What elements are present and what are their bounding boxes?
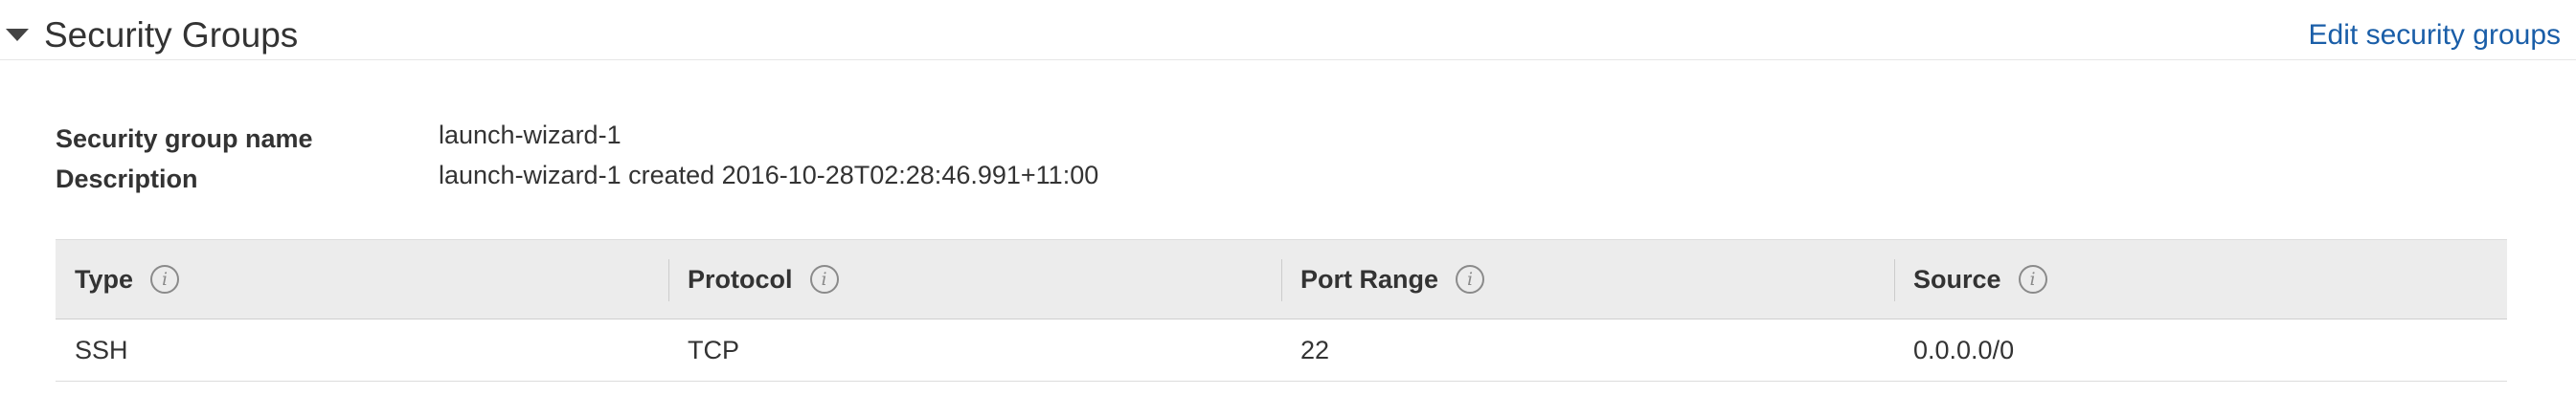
column-header-protocol[interactable]: Protocol i <box>668 240 1281 319</box>
detail-row-description: Description launch-wizard-1 created 2016… <box>56 161 2507 201</box>
security-groups-panel: Security Groups Edit security groups Sec… <box>0 0 2576 396</box>
column-header-source[interactable]: Source i <box>1894 240 2507 319</box>
column-header-label: Protocol <box>688 264 793 294</box>
cell-port-range: 22 <box>1300 335 1330 364</box>
column-header-label: Source <box>1913 264 2001 294</box>
detail-row-name: Security group name launch-wizard-1 <box>56 121 2507 161</box>
inbound-rules-table: Type i Protocol i Port Range i Source i … <box>56 239 2507 382</box>
edit-security-groups-link[interactable]: Edit security groups <box>2309 19 2561 52</box>
table-row: SSH TCP 22 0.0.0.0/0 <box>56 319 2507 382</box>
info-icon[interactable]: i <box>809 265 839 294</box>
cell-source: 0.0.0.0/0 <box>1913 335 2015 364</box>
table-header: Type i Protocol i Port Range i Source i <box>56 239 2507 319</box>
column-header-port-range[interactable]: Port Range i <box>1281 240 1894 319</box>
description-label: Description <box>56 165 198 193</box>
column-header-type[interactable]: Type i <box>56 240 668 319</box>
section-title: Security Groups <box>44 15 299 55</box>
column-header-label: Type <box>75 264 134 294</box>
description-value: launch-wizard-1 created 2016-10-28T02:28… <box>439 161 1099 189</box>
security-group-name-label: Security group name <box>56 124 313 153</box>
caret-down-icon[interactable] <box>6 29 29 41</box>
security-group-name-value: launch-wizard-1 <box>439 121 621 149</box>
info-icon[interactable]: i <box>2018 265 2047 294</box>
security-group-details: Security group name launch-wizard-1 Desc… <box>56 121 2507 201</box>
cell-protocol: TCP <box>688 335 739 364</box>
section-header: Security Groups Edit security groups <box>0 0 2576 60</box>
info-icon[interactable]: i <box>150 265 180 294</box>
column-header-label: Port Range <box>1300 264 1439 294</box>
cell-type: SSH <box>75 335 128 364</box>
info-icon[interactable]: i <box>1456 265 1485 294</box>
